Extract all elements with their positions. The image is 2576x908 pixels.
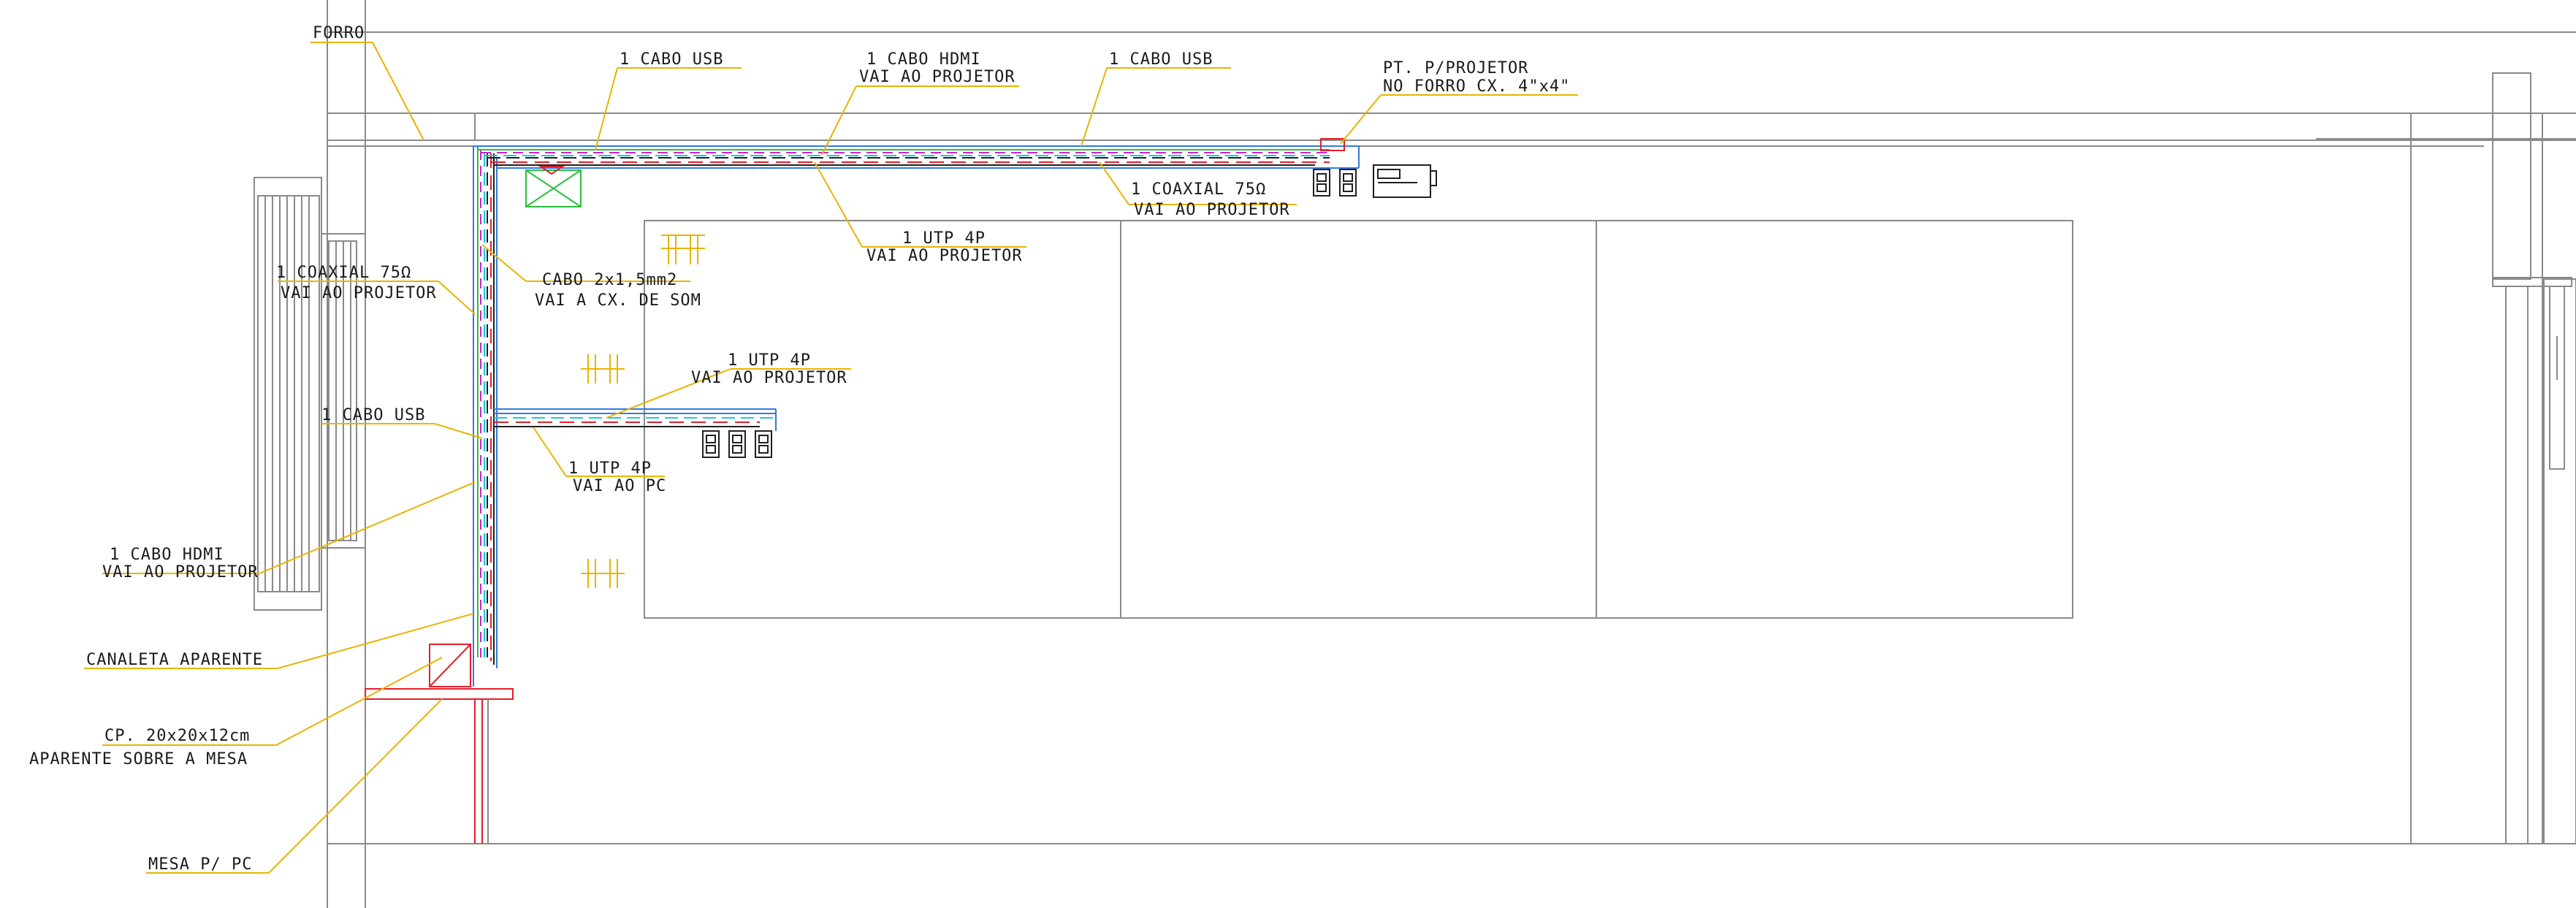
building-structure [327, 0, 2576, 908]
label-coaxial-right-line2: VAI AO PROJETOR [1134, 201, 1290, 219]
socket-3 [581, 559, 625, 588]
outlets-mid [702, 430, 772, 458]
label-mesa: MESA P/ PC [148, 855, 252, 874]
label-utp-mid-line1: 1 UTP 4P [728, 351, 811, 370]
speaker-box [525, 169, 582, 207]
label-cp-line1: CP. 20x20x12cm [104, 727, 250, 745]
label-pt-projetor-line2: NO FORRO CX. 4"x4" [1383, 77, 1570, 96]
conduit-vertical-main [473, 146, 498, 687]
label-utp-top-line2: VAI AO PROJETOR [866, 247, 1023, 265]
label-pt-projetor-line1: PT. P/PROJETOR [1383, 59, 1528, 77]
socket-2 [581, 354, 625, 384]
label-utp-top-line1: 1 UTP 4P [902, 229, 986, 248]
label-canaleta: CANALETA APARENTE [86, 651, 263, 669]
whiteboard-panels [644, 220, 2073, 619]
label-forro: FORRO [313, 24, 365, 42]
label-hdmi-top-line2: VAI AO PROJETOR [859, 68, 1015, 86]
label-cabo-som-line1: CABO 2x1,5mm2 [542, 271, 677, 289]
label-hdmi-left-line2: VAI AO PROJETOR [102, 563, 259, 581]
desk [365, 688, 514, 844]
annotation-labels: FORRO 1 CABO USB 1 CABO HDMI VAI AO PROJ… [29, 24, 1570, 874]
label-utp-pc-line1: 1 UTP 4P [568, 459, 652, 478]
label-utp-mid-line2: VAI AO PROJETOR [691, 369, 847, 387]
leader-lines [84, 42, 1578, 874]
projector-symbol [1373, 164, 1437, 198]
label-hdmi-top-line1: 1 CABO HDMI [866, 50, 981, 69]
label-usb-top-right: 1 CABO USB [1109, 50, 1213, 69]
label-coaxial-left-line2: VAI AO PROJETOR [281, 284, 437, 302]
label-coaxial-right-line1: 1 COAXIAL 75Ω [1131, 180, 1266, 199]
label-usb-left: 1 CABO USB [321, 406, 425, 424]
socket-1 [661, 234, 705, 264]
conduit-horizontal-top [473, 145, 1360, 169]
label-cabo-som-line2: VAI A CX. DE SOM [535, 291, 701, 310]
conduit-layout-drawing: FORRO 1 CABO USB 1 CABO HDMI VAI AO PROJ… [29, 0, 2576, 908]
label-utp-pc-line2: VAI AO PC [573, 477, 666, 495]
label-usb-top-left: 1 CABO USB [620, 50, 723, 69]
window-louver [254, 177, 366, 611]
label-cp-line2: APARENTE SOBRE A MESA [29, 750, 248, 768]
outlets-top [1313, 169, 1357, 197]
conduit-horizontal-mid [494, 408, 777, 431]
label-coaxial-left-line1: 1 COAXIAL 75Ω [276, 264, 411, 282]
junction-box-desk [429, 644, 471, 687]
label-hdmi-left-line1: 1 CABO HDMI [110, 546, 224, 564]
